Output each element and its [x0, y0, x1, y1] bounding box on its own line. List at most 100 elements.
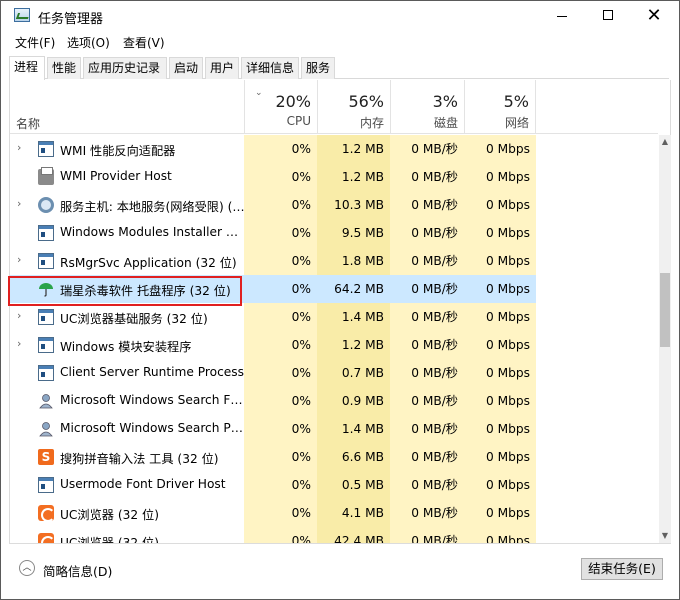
- memory-cell: 6.6 MB: [317, 443, 390, 471]
- cpu-cell: 0%: [244, 387, 317, 415]
- maximize-button[interactable]: [585, 1, 631, 31]
- vertical-scrollbar[interactable]: ▲ ▼: [659, 135, 671, 543]
- table-row[interactable]: › Windows 模块安装程序 0% 1.2 MB 0 MB/秒 0 Mbps: [10, 331, 658, 359]
- table-row[interactable]: › UC浏览器基础服务 (32 位) 0% 1.4 MB 0 MB/秒 0 Mbps: [10, 303, 658, 331]
- process-name-cell[interactable]: Usermode Font Driver Host: [10, 471, 244, 499]
- menu-options[interactable]: 选项(O): [67, 34, 110, 51]
- process-name: RsMgrSvc Application (32 位): [60, 256, 237, 270]
- chevron-right-icon[interactable]: ›: [17, 310, 27, 322]
- network-cell: 0 Mbps: [464, 135, 536, 163]
- network-cell: 0 Mbps: [464, 443, 536, 471]
- tab-users[interactable]: 用户: [205, 57, 239, 79]
- tab-app-history[interactable]: 应用历史记录: [83, 57, 167, 79]
- tab-strip: 进程 性能 应用历史记录 启动 用户 详细信息 服务: [9, 56, 669, 80]
- tab-services[interactable]: 服务: [301, 57, 335, 79]
- gear-icon: [38, 197, 54, 213]
- menu-file[interactable]: 文件(F): [15, 34, 55, 51]
- column-network[interactable]: 5% 网络: [464, 80, 536, 134]
- table-row[interactable]: WMI Provider Host 0% 1.2 MB 0 MB/秒 0 Mbps: [10, 163, 658, 191]
- process-name: Microsoft Windows Search P…: [60, 421, 243, 435]
- process-name-cell[interactable]: UC浏览器 (32 位): [10, 527, 244, 543]
- scroll-down-icon[interactable]: ▼: [659, 531, 671, 541]
- table-row[interactable]: UC浏览器 (32 位) 0% 4.1 MB 0 MB/秒 0 Mbps: [10, 499, 658, 527]
- table-row[interactable]: › 服务主机: 本地服务(网络受限) (… 0% 10.3 MB 0 MB/秒 0 Mbp…: [10, 191, 658, 219]
- table-row[interactable]: › RsMgrSvc Application (32 位) 0% 1.8 MB 0 MB…: [10, 247, 658, 275]
- process-name: UC浏览器 (32 位): [60, 508, 159, 522]
- process-name-cell[interactable]: 瑞星杀毒软件 托盘程序 (32 位): [10, 275, 244, 303]
- process-name-cell[interactable]: › 服务主机: 本地服务(网络受限) (…: [10, 191, 244, 219]
- table-row[interactable]: 瑞星杀毒软件 托盘程序 (32 位) 0% 64.2 MB 0 MB/秒 0 Mbps: [10, 275, 658, 303]
- title-bar[interactable]: 任务管理器 ✕: [1, 1, 679, 31]
- end-task-button[interactable]: 结束任务(E): [581, 558, 663, 580]
- cpu-cell: 0%: [244, 415, 317, 443]
- process-name-cell[interactable]: WMI Provider Host: [10, 163, 244, 191]
- memory-cell: 0.7 MB: [317, 359, 390, 387]
- table-row[interactable]: UC浏览器 (32 位) 0% 42.4 MB 0 MB/秒 0 Mbps: [10, 527, 658, 543]
- column-name[interactable]: 名称: [16, 115, 40, 132]
- process-name: WMI 性能反向适配器: [60, 144, 176, 158]
- column-cpu[interactable]: ⌄ 20% CPU: [244, 80, 317, 134]
- table-row[interactable]: Windows Modules Installer … 0% 9.5 MB 0 MB/…: [10, 219, 658, 247]
- process-name: Client Server Runtime Process: [60, 365, 244, 379]
- tab-startup[interactable]: 启动: [169, 57, 203, 79]
- chevron-up-icon[interactable]: ︿: [19, 560, 35, 576]
- chevron-right-icon[interactable]: ›: [17, 142, 27, 154]
- cpu-label: CPU: [286, 114, 311, 128]
- cpu-cell: 0%: [244, 331, 317, 359]
- chevron-right-icon[interactable]: ›: [17, 338, 27, 350]
- process-name-cell[interactable]: UC浏览器 (32 位): [10, 499, 244, 527]
- window-title: 任务管理器: [38, 12, 104, 27]
- scroll-thumb[interactable]: [660, 273, 670, 347]
- cpu-cell: 0%: [244, 471, 317, 499]
- minimize-button[interactable]: [539, 1, 585, 31]
- footer: ︿ 简略信息(D) 结束任务(E): [1, 549, 679, 589]
- process-name-cell[interactable]: Microsoft Windows Search P…: [10, 415, 244, 443]
- network-cell: 0 Mbps: [464, 191, 536, 219]
- tab-details[interactable]: 详细信息: [241, 57, 299, 79]
- fewer-details-link[interactable]: 简略信息(D): [43, 561, 112, 580]
- process-name-cell[interactable]: › RsMgrSvc Application (32 位): [10, 247, 244, 275]
- disk-label: 磁盘: [433, 116, 458, 130]
- cpu-cell: 0%: [244, 163, 317, 191]
- network-total: 5%: [503, 92, 529, 111]
- table-row[interactable]: S 搜狗拼音输入法 工具 (32 位) 0% 6.6 MB 0 MB/秒 0 Mbps: [10, 443, 658, 471]
- cpu-cell: 0%: [244, 219, 317, 247]
- disk-total: 3%: [432, 92, 458, 111]
- tab-performance[interactable]: 性能: [47, 57, 81, 79]
- process-name-cell[interactable]: › WMI 性能反向适配器: [10, 135, 244, 163]
- window-icon: [38, 365, 54, 381]
- menu-view[interactable]: 查看(V): [123, 34, 165, 51]
- cpu-cell: 0%: [244, 135, 317, 163]
- tab-processes[interactable]: 进程: [9, 56, 45, 80]
- scroll-up-icon[interactable]: ▲: [659, 137, 671, 147]
- table-row[interactable]: Microsoft Windows Search F… 0% 0.9 MB 0 MB/…: [10, 387, 658, 415]
- process-name: Microsoft Windows Search F…: [60, 393, 243, 407]
- memory-cell: 1.2 MB: [317, 163, 390, 191]
- table-row[interactable]: Usermode Font Driver Host 0% 0.5 MB 0 MB/秒 0…: [10, 471, 658, 499]
- process-name-cell[interactable]: S 搜狗拼音输入法 工具 (32 位): [10, 443, 244, 471]
- process-name-cell[interactable]: Client Server Runtime Process: [10, 359, 244, 387]
- process-name-cell[interactable]: › Windows 模块安装程序: [10, 331, 244, 359]
- table-row[interactable]: Client Server Runtime Process 0% 0.7 MB 0 M…: [10, 359, 658, 387]
- process-name-cell[interactable]: Windows Modules Installer …: [10, 219, 244, 247]
- chevron-right-icon[interactable]: ›: [17, 254, 27, 266]
- chevron-right-icon[interactable]: ›: [17, 198, 27, 210]
- window-icon: [38, 141, 54, 157]
- cpu-cell: 0%: [244, 443, 317, 471]
- disk-cell: 0 MB/秒: [390, 275, 464, 303]
- network-cell: 0 Mbps: [464, 387, 536, 415]
- task-manager-window: 任务管理器 ✕ 文件(F) 选项(O) 查看(V) 进程 性能 应用历史记录 启…: [0, 0, 680, 600]
- printer-icon: [38, 167, 54, 185]
- process-name-cell[interactable]: › UC浏览器基础服务 (32 位): [10, 303, 244, 331]
- column-memory[interactable]: 56% 内存: [317, 80, 390, 134]
- process-name-cell[interactable]: Microsoft Windows Search F…: [10, 387, 244, 415]
- close-button[interactable]: ✕: [631, 1, 677, 31]
- sogou-icon: S: [38, 449, 54, 465]
- table-row[interactable]: › WMI 性能反向适配器 0% 1.2 MB 0 MB/秒 0 Mbps: [10, 135, 658, 163]
- table-row[interactable]: Microsoft Windows Search P… 0% 1.4 MB 0 MB/…: [10, 415, 658, 443]
- column-header: 名称 ⌄ 20% CPU 56% 内存 3% 磁盘 5% 网络: [10, 80, 658, 134]
- memory-label: 内存: [359, 116, 384, 130]
- close-icon: ✕: [646, 5, 662, 26]
- column-disk[interactable]: 3% 磁盘: [390, 80, 464, 134]
- minimize-icon: [557, 16, 567, 17]
